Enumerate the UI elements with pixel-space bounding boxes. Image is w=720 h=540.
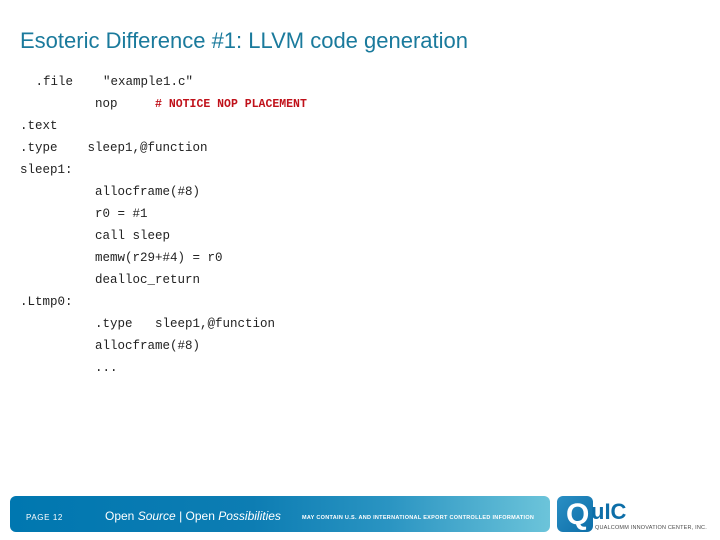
code-line: dealloc_return [20,272,200,288]
logo-q: Q [566,498,590,531]
code-line: call sleep [20,228,170,244]
slide: Esoteric Difference #1: LLVM code genera… [0,0,720,540]
code-text: allocframe(#8) [20,185,201,199]
logo-text: uIC [591,499,627,524]
page-number: PAGE 12 [26,513,63,522]
code-text: .text [20,119,58,133]
code-line: allocframe(#8) [20,184,200,200]
footer-tagline: Open Source | Open Possibilities [105,509,281,523]
code-line: .type sleep1,@function [20,316,275,332]
code-line: r0 = #1 [20,206,148,222]
code-line: sleep1: [20,162,73,178]
code-text: r0 = #1 [20,207,148,221]
code-text: .file "example1.c" [28,75,194,89]
code-line: memw(r29+#4) = r0 [20,250,223,266]
code-text: memw(r29+#4) = r0 [20,251,223,265]
code-text: .type sleep1,@function [20,317,276,331]
code-line: allocframe(#8) [20,338,200,354]
export-notice: MAY CONTAIN U.S. AND INTERNATIONAL EXPOR… [302,515,535,521]
code-text: nop [20,97,156,111]
tagline-part: Source [137,509,176,523]
code-text: sleep1: [20,163,73,177]
code-text: .Ltmp0: [20,295,73,309]
code-text: call sleep [20,229,171,243]
code-text: .type sleep1,@function [20,141,208,155]
code-line: .Ltmp0: [20,294,73,310]
tagline-part: | Open [175,509,219,523]
code-line: nop # NOTICE NOP PLACEMENT [20,96,307,113]
tagline-part: Open [105,509,138,523]
notice-comment: # NOTICE NOP PLACEMENT [155,98,307,111]
code-text: ... [20,361,118,375]
code-line: .file "example1.c" [28,74,194,90]
tagline-part: Possibilities [218,509,281,523]
code-text: allocframe(#8) [20,339,201,353]
code-line: ... [20,360,118,376]
slide-title: Esoteric Difference #1: LLVM code genera… [20,28,469,53]
code-line: .type sleep1,@function [20,140,208,156]
logo-subtitle: QUALCOMM INNOVATION CENTER, INC. [595,525,707,531]
code-text: dealloc_return [20,273,201,287]
code-line: .text [20,118,58,134]
